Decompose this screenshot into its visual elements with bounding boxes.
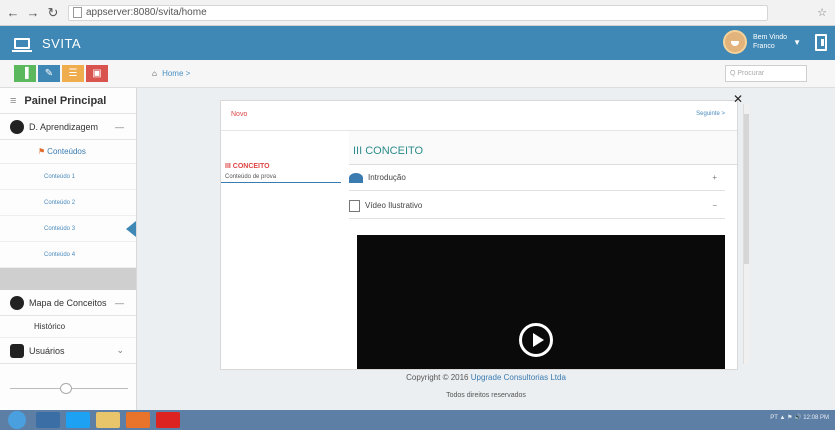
- section-label: D. Aprendizagem: [29, 121, 99, 132]
- media-icon[interactable]: [36, 412, 60, 428]
- sidebar-submenu-conteudos[interactable]: ⚑ Conteúdos: [0, 140, 136, 164]
- sidebar-section-usuarios[interactable]: Usuários ⌄: [0, 338, 136, 364]
- reload-icon[interactable]: ↻: [46, 5, 60, 20]
- chevron-down-icon[interactable]: ▼: [793, 38, 801, 47]
- forward-icon[interactable]: →: [26, 5, 40, 20]
- users-icon: [10, 343, 24, 358]
- back-icon[interactable]: ←: [6, 5, 20, 20]
- search-input[interactable]: Q Procurar: [725, 65, 807, 82]
- welcome-line2: Franco: [752, 43, 775, 50]
- slider-knob[interactable]: [60, 383, 72, 394]
- star-icon[interactable]: ☆: [817, 6, 827, 19]
- footer-copyright: Copyright © 2016 Upgrade Consultorias Lt…: [137, 373, 835, 382]
- play-icon[interactable]: [519, 323, 553, 357]
- accordion-introducao[interactable]: Introdução +: [349, 165, 725, 191]
- logout-icon[interactable]: [815, 34, 827, 51]
- breadcrumb-home[interactable]: Home: [162, 69, 183, 78]
- submenu-label: Conteúdos: [47, 147, 86, 156]
- browser-toolbar: ← → ↻ appserver:8080/svita/home ☆: [0, 0, 835, 26]
- breadcrumb: ⌂ Home >: [152, 69, 190, 78]
- users-button[interactable]: ☰: [62, 65, 84, 82]
- video-player[interactable]: [357, 235, 725, 369]
- sidebar-title-text: Painel Principal: [24, 94, 107, 107]
- start-icon[interactable]: [8, 411, 26, 429]
- expand-icon[interactable]: ⌄: [116, 345, 124, 356]
- sidebar-item-historico[interactable]: Histórico: [0, 316, 136, 338]
- main-content: Novo Seguinte > III CONCEITO III CONCEIT…: [137, 88, 835, 410]
- opera-icon[interactable]: [156, 412, 180, 428]
- folder-icon[interactable]: [96, 412, 120, 428]
- section-label: Usuários: [29, 345, 65, 356]
- content-panel: Novo Seguinte > III CONCEITO III CONCEIT…: [220, 100, 738, 370]
- app-header: SVITA Bem Vindo Franco ▼: [0, 26, 835, 60]
- avatar: [722, 30, 747, 54]
- section-label: Mapa de Conceitos: [29, 297, 107, 308]
- concept-map-icon: [10, 295, 24, 310]
- prev-button[interactable]: Novo: [231, 111, 247, 118]
- collapse-icon[interactable]: −: [712, 201, 717, 210]
- page-icon: [73, 7, 82, 18]
- user-menu[interactable]: Bem Vindo Franco ▼: [722, 30, 801, 54]
- toolbar-row: ▐ ✎ ☰ ▣ ⌂ Home > Q Procurar: [0, 60, 835, 88]
- panel-nav: Novo Seguinte >: [221, 101, 737, 131]
- breadcrumb-separator: >: [185, 69, 191, 78]
- edit-button[interactable]: ✎: [38, 65, 60, 82]
- copyright-text: Copyright © 2016: [406, 373, 469, 382]
- monitor-icon: [12, 37, 32, 52]
- item-label: Conteúdo 3: [44, 225, 76, 232]
- collapse-icon[interactable]: —: [115, 122, 124, 132]
- close-icon[interactable]: ✕: [733, 92, 743, 106]
- scrollbar[interactable]: [743, 104, 749, 364]
- sidebar-slider[interactable]: [10, 383, 128, 394]
- item-label: Conteúdo 1: [44, 173, 76, 180]
- concept-index: III CONCEITO Conteúdo de prova: [221, 161, 341, 183]
- sidebar-item-conteudo-4[interactable]: Conteúdo 4: [0, 242, 136, 268]
- sidebar-section-aprendizagem[interactable]: D. Aprendizagem —: [0, 114, 136, 140]
- address-text: appserver:8080/svita/home: [86, 7, 207, 18]
- document-icon: [349, 199, 360, 212]
- sidebar: ≡ Painel Principal D. Aprendizagem — ⚑ C…: [0, 88, 137, 410]
- collapse-icon[interactable]: —: [115, 298, 124, 308]
- home-icon: ⌂: [152, 69, 157, 78]
- graduation-cap-icon: [10, 119, 24, 134]
- sidebar-item-conteudo-1[interactable]: Conteúdo 1: [0, 164, 136, 190]
- concept-heading: III CONCEITO: [349, 131, 737, 165]
- screen-button[interactable]: ▣: [86, 65, 108, 82]
- flag-icon: ⚑: [38, 147, 46, 156]
- accordion-label: Vídeo Ilustrativo: [365, 201, 423, 210]
- firefox-icon[interactable]: [126, 412, 150, 428]
- sidebar-divider: [0, 268, 136, 290]
- index-title: III CONCEITO: [225, 163, 270, 170]
- stats-button[interactable]: ▐: [14, 65, 36, 82]
- item-label: Conteúdo 2: [44, 199, 76, 206]
- hat-icon: [349, 172, 363, 183]
- accordion-label: Introdução: [368, 173, 406, 182]
- os-taskbar: PT ▲ ⚑ 🔊 12:08 PM: [0, 410, 835, 430]
- item-label: Histórico: [34, 322, 66, 331]
- app-title: SVITA: [42, 35, 82, 51]
- address-bar[interactable]: appserver:8080/svita/home: [68, 4, 768, 21]
- accordion-video[interactable]: Vídeo Ilustrativo −: [349, 193, 725, 219]
- system-tray: PT ▲ ⚑ 🔊 12:08 PM: [770, 415, 829, 421]
- skype-icon[interactable]: [66, 412, 90, 428]
- sidebar-item-conteudo-3[interactable]: Conteúdo 3: [0, 216, 136, 242]
- sidebar-item-conteudo-2[interactable]: Conteúdo 2: [0, 190, 136, 216]
- next-button[interactable]: Seguinte >: [696, 111, 725, 117]
- welcome-line1: Bem Vindo: [752, 34, 788, 41]
- sidebar-title: ≡ Painel Principal: [0, 88, 136, 114]
- scrollbar-thumb[interactable]: [744, 114, 749, 264]
- welcome-text: Bem Vindo Franco: [753, 33, 787, 51]
- menu-icon[interactable]: ≡: [10, 95, 16, 107]
- expand-icon[interactable]: +: [712, 173, 717, 182]
- footer-rights: Todos direitos reservados: [446, 392, 526, 399]
- company-link[interactable]: Upgrade Consultorias Ltda: [471, 373, 566, 382]
- item-label: Conteúdo 4: [44, 251, 76, 258]
- sidebar-section-mapa[interactable]: Mapa de Conceitos —: [0, 290, 136, 316]
- index-link[interactable]: Conteúdo de prova: [221, 172, 341, 183]
